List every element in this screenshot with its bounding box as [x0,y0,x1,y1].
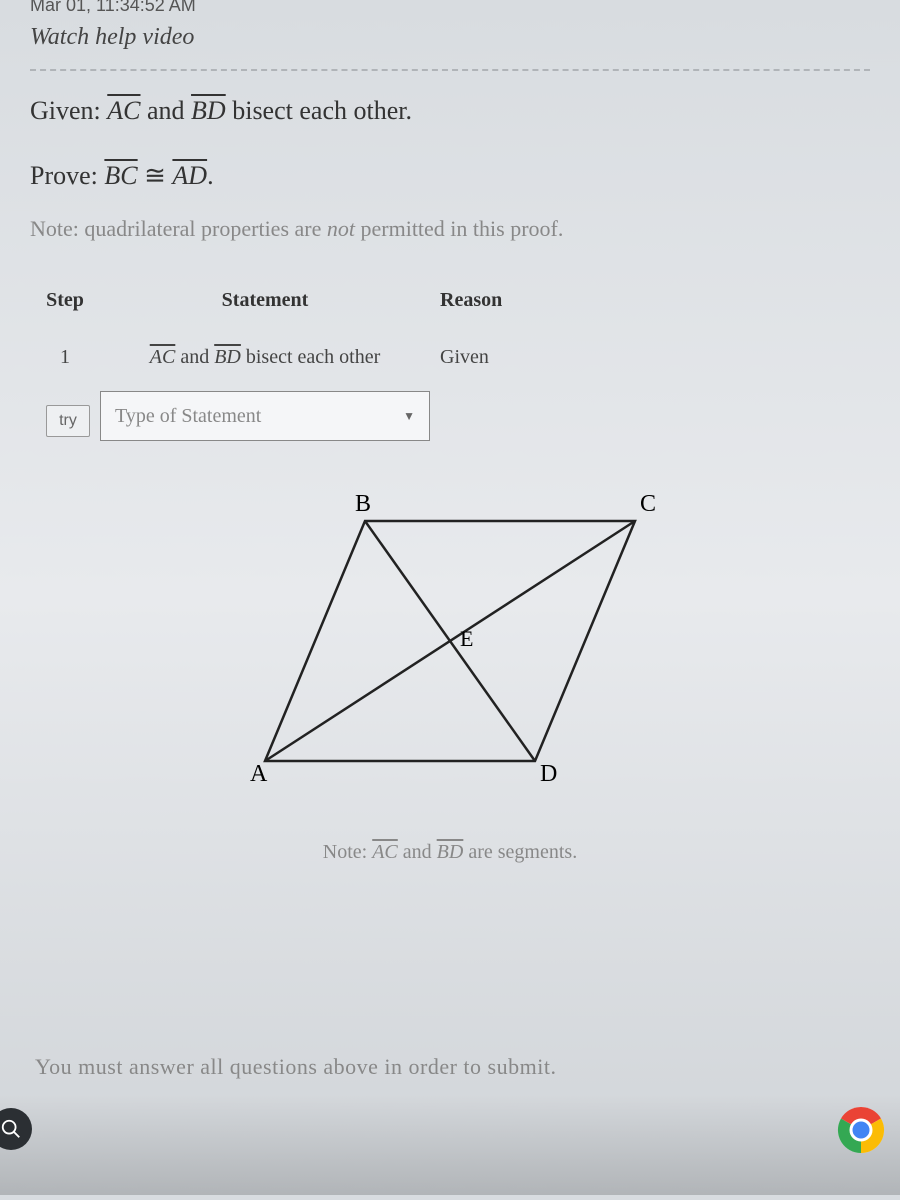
stmt-seg-ac: AC [150,346,176,368]
proof-note: Note: quadrilateral properties are not p… [30,216,870,242]
search-icon [0,1118,22,1140]
stmt-seg-bd: BD [214,346,241,368]
note-emphasis: not [327,216,355,241]
step-1-number: 1 [30,332,100,383]
parallelogram-diagram: A B C D E [220,481,680,811]
label-a: A [250,761,268,787]
segment-ad: AD [172,161,207,190]
label-b: B [355,491,371,517]
label-e: E [460,626,473,651]
chevron-down-icon: ▼ [403,409,415,424]
note-suffix: permitted in this proof. [355,216,563,241]
chrome-app-icon[interactable] [836,1105,886,1155]
col-statement-header: Statement [100,277,430,324]
step-1-reason: Given [430,332,760,383]
congruent-symbol: ≅ [138,161,173,190]
watch-help-video-link[interactable]: Watch help video [30,24,870,69]
stmt-rest: bisect each other [241,346,380,368]
statement-dropdown-cell: Type of Statement ▼ [100,391,430,451]
given-and: and [141,96,192,125]
dropdown-placeholder: Type of Statement [115,405,261,428]
label-c: C [640,491,656,517]
fig-note-and: and [398,841,437,863]
fig-note-prefix: Note: [323,841,372,863]
segment-bc: BC [104,161,137,190]
fig-seg-bd: BD [437,841,464,863]
chrome-icon [836,1105,886,1155]
label-d: D [540,761,557,787]
stmt-and: and [175,346,214,368]
figure-note: Note: AC and BD are segments. [30,841,870,864]
given-rest: bisect each other. [226,96,412,125]
fig-note-suffix: are segments. [463,841,577,863]
note-prefix: Note: quadrilateral properties are [30,216,327,241]
page-timestamp: Mar 01, 11:34:52 AM [30,0,870,24]
try-cell: try [30,391,100,451]
try-button[interactable]: try [46,405,90,437]
col-reason-header: Reason [430,277,760,324]
submit-warning: You must answer all questions above in o… [35,1054,556,1080]
prove-label: Prove: [30,161,104,190]
step-1-statement: AC and BD bisect each other [100,332,430,383]
given-label: Given: [30,96,107,125]
prove-end: . [207,161,214,190]
taskbar-shadow [0,1095,900,1195]
os-search-button[interactable] [0,1108,32,1150]
proof-table: Step Statement Reason 1 AC and BD bisect… [30,277,870,451]
prove-text: Prove: BC ≅ AD. [30,161,870,191]
segment-ac: AC [107,96,140,125]
fig-seg-ac: AC [372,841,398,863]
given-text: Given: AC and BD bisect each other. [30,96,870,126]
figure: A B C D E Note: AC and BD are segments. [30,481,870,864]
section-divider [30,69,870,71]
col-step-header: Step [30,277,100,324]
statement-type-dropdown[interactable]: Type of Statement ▼ [100,391,430,441]
empty-reason-cell [430,391,760,451]
segment-bd: BD [191,96,226,125]
